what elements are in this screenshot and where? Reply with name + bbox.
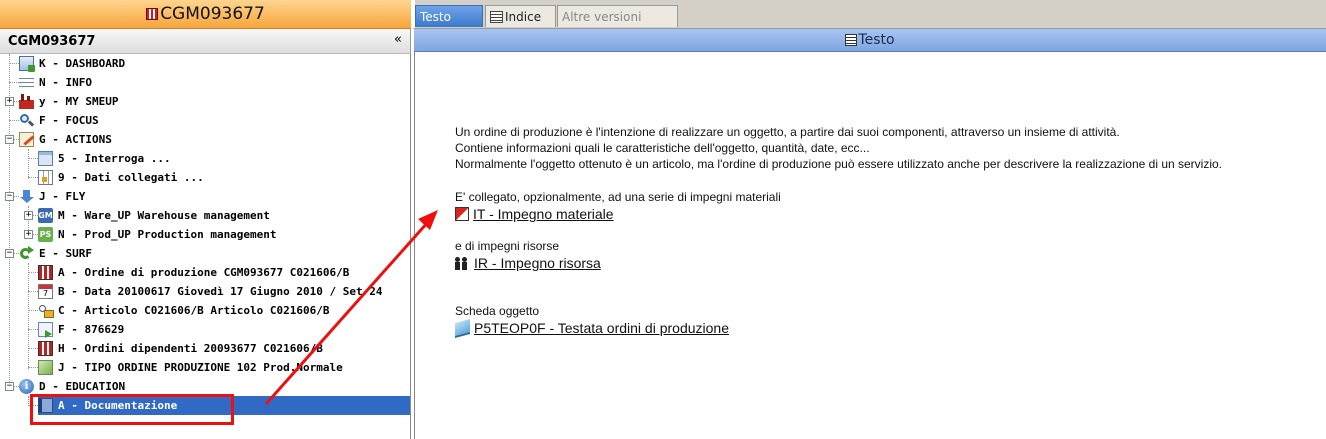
calendar-icon: 7: [38, 284, 53, 299]
article-icon: [38, 303, 54, 318]
ps-badge-icon: PS: [38, 227, 53, 242]
order-object-icon: [146, 8, 159, 20]
tree-panel-title: CGM093677: [8, 33, 96, 49]
collapse-toggle[interactable]: −: [5, 135, 14, 144]
tree-node-my-smeup[interactable]: y - MY SMEUP: [19, 92, 120, 111]
link-impegno-risorsa[interactable]: IR - Impegno risorsa: [455, 255, 601, 271]
notepad-icon: [19, 132, 35, 147]
section-intro: E' collegato, opzionalmente, ad una seri…: [455, 190, 781, 204]
grid-icon: [38, 170, 53, 185]
annotation-highlight-box: [30, 394, 234, 425]
paragraph: Normalmente l'oggetto ottenuto è un arti…: [455, 157, 1223, 171]
type-icon: [38, 360, 53, 375]
order-icon: [38, 341, 53, 356]
collapse-toggle[interactable]: −: [5, 192, 14, 201]
expand-toggle[interactable]: +: [24, 211, 33, 220]
collapse-panel-button[interactable]: «: [394, 32, 402, 47]
expand-toggle[interactable]: +: [24, 230, 33, 239]
document-content: Un ordine di produzione è l'intenzione d…: [414, 52, 1326, 439]
section-intro: e di impegni risorse: [455, 239, 560, 253]
tab-altre-versioni[interactable]: Altre versioni: [557, 5, 678, 27]
book-open-icon: [455, 318, 470, 338]
refresh-arrow-icon: [19, 246, 34, 261]
tab-strip: Testo Indice Altre versioni: [411, 0, 1326, 29]
window-icon: [38, 151, 53, 166]
tree-node-prod-up[interactable]: PS N - Prod_UP Production management: [38, 225, 279, 244]
tree-node-dashboard[interactable]: K - DASHBOARD: [19, 54, 127, 73]
paragraph: Contiene informazioni quali le caratteri…: [455, 141, 870, 155]
tab-indice[interactable]: Indice: [485, 5, 556, 27]
tree-node-ordini-dipendenti[interactable]: H - Ordini dipendenti 20093677 C021606/B: [38, 339, 325, 358]
content-header-title: Testo: [858, 32, 895, 48]
list-icon: [19, 75, 34, 90]
down-arrow-icon: [19, 189, 34, 204]
tree-panel-header: CGM093677 «: [0, 29, 411, 54]
info-icon: i: [19, 379, 34, 394]
tree-node-tipo-ordine[interactable]: J - TIPO ORDINE PRODUZIONE 102 Prod.Norm…: [38, 358, 345, 377]
tree-node-ordine-produzione[interactable]: A - Ordine di produzione CGM093677 C0216…: [38, 263, 351, 282]
window-title-bar: CGM093677: [0, 0, 411, 29]
paragraph: Un ordine di produzione è l'intenzione d…: [455, 125, 1120, 139]
window-title: CGM093677: [160, 4, 265, 24]
tree-node-ware-up[interactable]: GM M - Ware_UP Warehouse management: [38, 206, 272, 225]
collapse-toggle[interactable]: −: [5, 382, 14, 391]
section-intro: Scheda oggetto: [455, 304, 540, 318]
order-icon: [38, 265, 53, 280]
index-icon: [490, 10, 503, 23]
content-header: Testo: [414, 29, 1326, 52]
people-icon: [455, 256, 470, 271]
factory-icon: [19, 94, 34, 109]
tree-node-info[interactable]: N - INFO: [19, 73, 94, 92]
tree-node-data[interactable]: 7 B - Data 20100617 Giovedì 17 Giugno 20…: [38, 282, 385, 301]
link-impegno-materiale[interactable]: IT - Impegno materiale: [455, 206, 614, 222]
tree-node-actions[interactable]: G - ACTIONS: [19, 130, 114, 149]
text-doc-icon: [845, 34, 858, 46]
collapse-toggle[interactable]: −: [5, 249, 14, 258]
tab-testo[interactable]: Testo: [415, 5, 483, 27]
tree-node-876629[interactable]: F - 876629: [38, 320, 126, 339]
link-testata-ordini[interactable]: P5TEOP0F - Testata ordini di produzione: [455, 318, 729, 338]
tree-node-surf[interactable]: E - SURF: [19, 244, 94, 263]
expand-toggle[interactable]: +: [5, 97, 14, 106]
tree-node-interroga[interactable]: 5 - Interroga ...: [38, 149, 173, 168]
tree-node-focus[interactable]: F - FOCUS: [19, 111, 101, 130]
material-commitment-icon: [455, 207, 469, 221]
forward-doc-icon: [38, 322, 53, 338]
tree-node-dati-collegati[interactable]: 9 - Dati collegati ...: [38, 168, 206, 187]
magnifier-icon: [19, 113, 35, 128]
navigation-tree: + − − + + − − K - DASHBOARD N - INFO y -…: [0, 54, 411, 439]
dashboard-icon: [19, 56, 35, 72]
gm-badge-icon: GM: [38, 208, 53, 223]
tree-node-fly[interactable]: J - FLY: [19, 187, 87, 206]
tree-node-articolo[interactable]: C - Articolo C021606/B Articolo C021606/…: [38, 301, 332, 320]
